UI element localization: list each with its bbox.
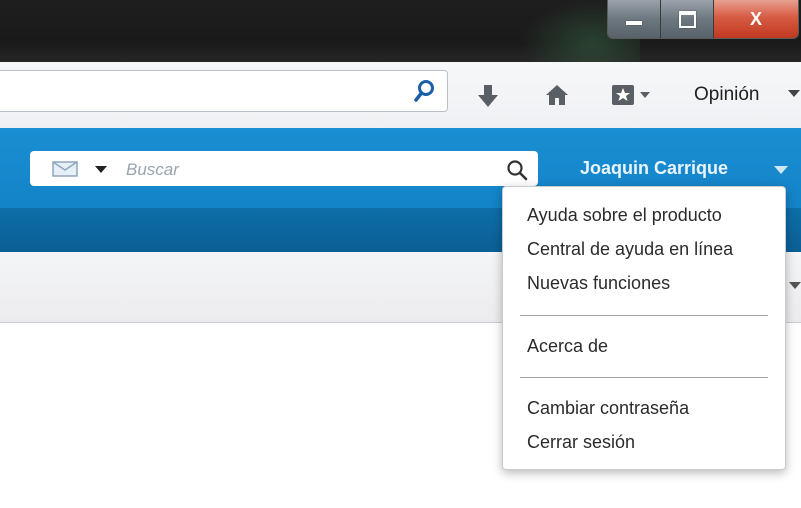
search-icon[interactable] [506,159,528,181]
home-icon[interactable] [545,84,569,106]
menu-item-new-features[interactable]: Nuevas funciones [527,273,670,294]
minimize-button[interactable] [608,0,661,38]
url-bar[interactable] [0,70,448,112]
search-scope-dropdown-icon[interactable] [95,166,107,174]
download-arrow-icon[interactable] [478,84,498,108]
chevron-down-icon[interactable] [774,166,788,175]
restore-icon [678,10,696,28]
window-controls: X [607,0,799,39]
chevron-down-icon[interactable] [789,282,801,290]
menu-item-sign-out[interactable]: Cerrar sesión [527,432,635,453]
mail-icon[interactable] [52,161,78,177]
close-button[interactable]: X [714,0,798,38]
user-name-menu[interactable]: Joaquin Carrique [580,158,728,179]
menu-item-product-help[interactable]: Ayuda sobre el producto [527,205,722,226]
maximize-button[interactable] [661,0,714,38]
chevron-down-icon[interactable] [788,90,800,98]
search-placeholder[interactable]: Buscar [126,160,179,180]
search-box[interactable]: Buscar [30,151,538,186]
bookmark-star-icon[interactable] [612,84,652,106]
menu-item-change-password[interactable]: Cambiar contraseña [527,398,689,419]
menu-item-online-help-center[interactable]: Central de ayuda en línea [527,239,733,260]
menu-item-about[interactable]: Acerca de [527,336,608,357]
menu-divider [520,315,768,316]
minimize-icon [626,21,642,25]
menu-divider [520,377,768,378]
opinion-menu-button[interactable]: Opinión [694,84,760,106]
user-dropdown-menu: Ayuda sobre el producto Central de ayuda… [502,186,786,470]
window-titlebar: X [0,0,801,62]
close-icon: X [749,8,762,29]
search-icon[interactable] [414,79,436,103]
browser-toolbar: Opinión [0,62,801,129]
